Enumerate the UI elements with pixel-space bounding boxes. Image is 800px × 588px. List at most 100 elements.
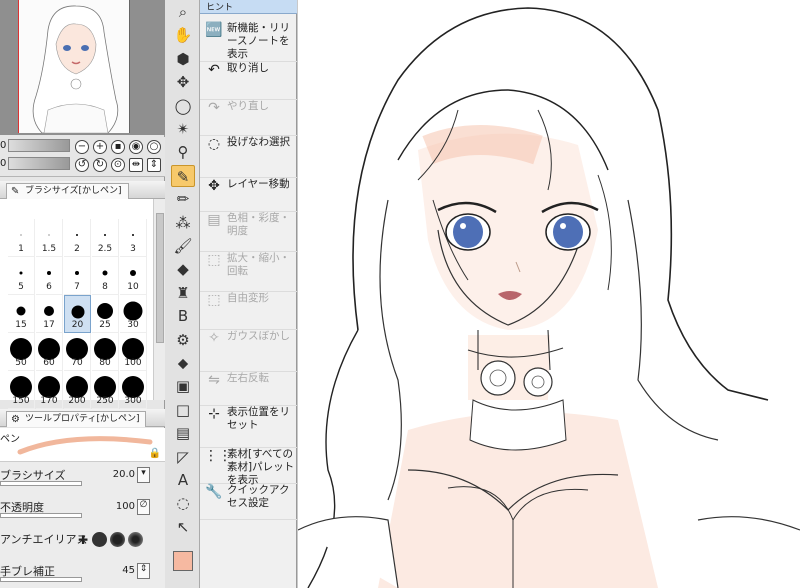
navigator-thumbnail[interactable] [18, 0, 130, 134]
brush-size-tab[interactable]: ✎ ブラシサイズ[かしペン] [6, 183, 129, 199]
reset-rotation-icon[interactable]: ⊙ [111, 158, 125, 172]
brush-size-dropdown-button[interactable]: ▾ [137, 467, 150, 483]
command-free-transform[interactable]: ⬚ 自由変形 [200, 292, 297, 330]
command-hsl[interactable]: ▤ 色相・彩度・明度 [200, 212, 297, 252]
brush-size-cell-10[interactable]: 10 [120, 257, 147, 295]
fill-icon[interactable]: ⬥ [171, 352, 195, 374]
brush-size-cell-300[interactable]: 300 [120, 371, 147, 409]
command-redo[interactable]: ↷ やり直し [200, 100, 297, 136]
gear-icon[interactable]: ⚙ [171, 329, 195, 351]
frame-icon[interactable]: ▤ [171, 422, 195, 444]
actual-size-icon[interactable]: ◉ [129, 140, 143, 154]
tool-property-tab[interactable]: ⚙ ツールプロパティ[かしペン] [6, 411, 147, 427]
zoom-icon[interactable]: ⌕ [171, 1, 195, 23]
antialias-option-weak[interactable] [92, 532, 107, 547]
stabilize-stepper[interactable]: ⇕ [137, 563, 150, 579]
stabilize-slider[interactable] [0, 577, 82, 582]
square-icon[interactable]: □ [171, 399, 195, 421]
command-scale[interactable]: ⬚ 拡大・縮小・回転 [200, 252, 297, 292]
brush-size-cell-170[interactable]: 170 [36, 371, 63, 409]
reset-zoom-icon[interactable]: ○ [147, 140, 161, 154]
brush-size-cell-100[interactable]: 100 [120, 333, 147, 371]
text-icon[interactable]: A [171, 469, 195, 491]
command-undo[interactable]: ↶ 取り消し [200, 62, 297, 100]
flip-horizontal-icon[interactable]: ⇹ [129, 158, 143, 172]
command-material[interactable]: ⋮⋮ 素材[すべての素材]パレットを表示 [200, 448, 297, 486]
scrollbar-thumb[interactable] [156, 213, 164, 343]
brush-size-cell-250[interactable]: 250 [92, 371, 119, 409]
eyedropper-icon[interactable]: ⚲ [171, 141, 195, 163]
hand-icon[interactable]: ✋ [171, 24, 195, 46]
brush-icon: ✎ [11, 186, 20, 197]
balloon-icon[interactable]: ◌ [171, 492, 195, 514]
brush-size-value[interactable]: 20.0 [113, 469, 135, 480]
command-blur[interactable]: ✧ ガウスぼかし [200, 330, 297, 372]
zoom-in-icon[interactable]: + [93, 140, 107, 154]
brush-size-cell-3[interactable]: 3 [120, 219, 147, 257]
brush-size-cell-label: 5 [18, 282, 24, 292]
command-reset-view[interactable]: ⊹ 表示位置をリセット [200, 406, 297, 448]
flip-vertical-icon[interactable]: ⇕ [147, 158, 161, 172]
brush-size-cell-200[interactable]: 200 [64, 371, 91, 409]
brush-size-cell-70[interactable]: 70 [64, 333, 91, 371]
opacity-slider[interactable] [0, 513, 82, 518]
brush-size-cell-6[interactable]: 6 [36, 257, 63, 295]
command-move-layer[interactable]: ✥ レイヤー移動 [200, 178, 297, 212]
magic-wand-icon[interactable]: ✴ [171, 118, 195, 140]
opacity-dynamics-button[interactable]: ∅ [137, 499, 150, 515]
brush-size-cell-80[interactable]: 80 [92, 333, 119, 371]
pencil-icon[interactable]: ✏ [171, 188, 195, 210]
eraser-icon[interactable]: ◆ [171, 258, 195, 280]
brush-size-cell-15[interactable]: 15 [8, 295, 35, 333]
brush-size-cell-7[interactable]: 7 [64, 257, 91, 295]
drawing-canvas[interactable] [298, 0, 800, 588]
blend-icon[interactable]: B [171, 305, 195, 327]
command-new[interactable]: 🆕 新機能・リリースノートを表示 [200, 22, 297, 62]
antialias-none-icon[interactable]: ✚ [78, 533, 88, 547]
brush-size-cell-5[interactable]: 5 [8, 257, 35, 295]
command-lasso-select[interactable]: ◌ 投げなわ選択 [200, 136, 297, 178]
gradient-icon[interactable]: ▣ [171, 375, 195, 397]
brush-size-cell-label: 2.5 [97, 244, 113, 254]
main-color-swatch[interactable] [173, 551, 193, 571]
brush-size-cell-2.5[interactable]: 2.5 [92, 219, 119, 257]
move-icon[interactable]: ✥ [171, 71, 195, 93]
brush-icon[interactable]: 🖌 [171, 235, 195, 257]
stamp-icon[interactable]: ♜ [171, 282, 195, 304]
brush-size-slider[interactable] [0, 481, 82, 486]
brush-size-cell-8[interactable]: 8 [92, 257, 119, 295]
brush-size-dot [44, 306, 54, 316]
rotate-slider[interactable] [8, 157, 70, 170]
brush-size-cell-60[interactable]: 60 [36, 333, 63, 371]
brush-size-cell-label: 8 [102, 282, 108, 292]
antialias-option-strong[interactable] [128, 532, 143, 547]
pen-icon[interactable]: ✎ [171, 164, 195, 187]
fit-view-icon[interactable]: ▪ [111, 140, 125, 154]
brush-size-scrollbar[interactable] [153, 199, 165, 400]
airbrush-icon[interactable]: ⁂ [171, 212, 195, 234]
stabilize-value[interactable]: 45 [122, 565, 135, 576]
brush-size-cell-25[interactable]: 25 [92, 295, 119, 333]
zoom-out-icon[interactable]: − [75, 140, 89, 154]
rotate-icon[interactable]: ⬢ [171, 48, 195, 70]
brush-size-cell-50[interactable]: 50 [8, 333, 35, 371]
brush-size-cell-30[interactable]: 30 [120, 295, 147, 333]
zoom-slider[interactable] [8, 139, 70, 152]
rotate-right-icon[interactable]: ↻ [93, 158, 107, 172]
brush-size-cell-2[interactable]: 2 [64, 219, 91, 257]
ruler-icon[interactable]: ◸ [171, 446, 195, 468]
command-wrench[interactable]: 🔧 クイックアクセス設定 [200, 484, 297, 520]
opacity-value[interactable]: 100 [116, 501, 135, 512]
brush-size-cell-17[interactable]: 17 [36, 295, 63, 333]
brush-size-cell-1[interactable]: 1 [8, 219, 35, 257]
rotate-left-icon[interactable]: ↺ [75, 158, 89, 172]
select-icon[interactable]: ↖ [171, 516, 195, 538]
brush-size-cell-150[interactable]: 150 [8, 371, 35, 409]
brush-size-cell-20[interactable]: 20 [64, 295, 91, 333]
lock-icon[interactable]: 🔒 [149, 448, 161, 459]
command-flip[interactable]: ⇋ 左右反転 [200, 372, 297, 406]
antialias-option-medium[interactable] [110, 532, 125, 547]
brush-size-cell-1.5[interactable]: 1.5 [36, 219, 63, 257]
lasso-icon[interactable]: ◯ [171, 95, 195, 117]
brush-size-cell-label: 70 [71, 358, 83, 368]
